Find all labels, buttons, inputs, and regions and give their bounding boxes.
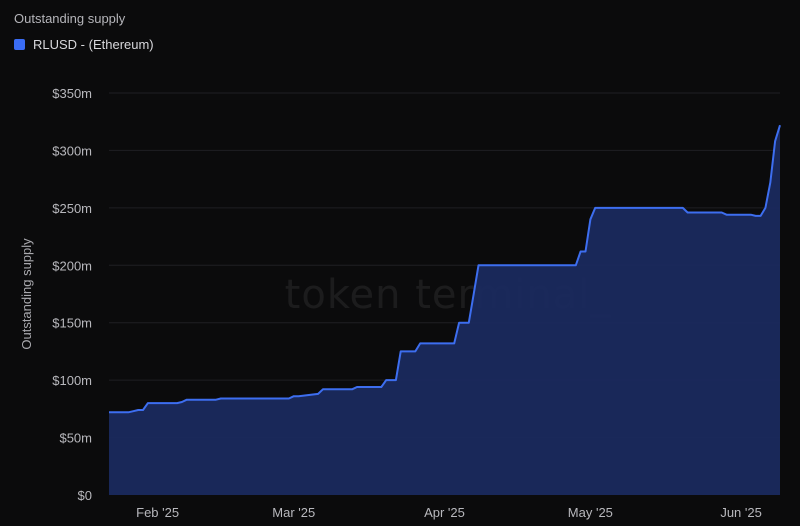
y-axis-label: Outstanding supply	[19, 238, 34, 350]
x-tick-label: Apr '25	[424, 505, 465, 520]
y-tick-label: $0	[78, 488, 92, 503]
y-tick-label: $100m	[52, 373, 92, 388]
y-axis: $0 $50m $100m $150m $200m $250m $300m $350m	[52, 86, 92, 503]
y-tick-label: $50m	[59, 431, 92, 446]
y-tick-label: $150m	[52, 316, 92, 331]
x-tick-label: Feb '25	[136, 505, 179, 520]
chart-area: token terminal_ $0$50m$100m$150m$200m$25…	[19, 86, 781, 520]
y-tick-label: $250m	[52, 201, 92, 216]
y-tick-label: $300m	[52, 143, 92, 158]
x-tick-label: Jun '25	[720, 505, 762, 520]
x-tick-label: May '25	[568, 505, 613, 520]
y-tick-label: $200m	[52, 258, 92, 273]
x-axis: Feb '25 Mar '25 Apr '25 May '25 Jun '25	[136, 505, 762, 520]
y-tick-label: $350m	[52, 86, 92, 101]
x-tick-label: Mar '25	[272, 505, 315, 520]
